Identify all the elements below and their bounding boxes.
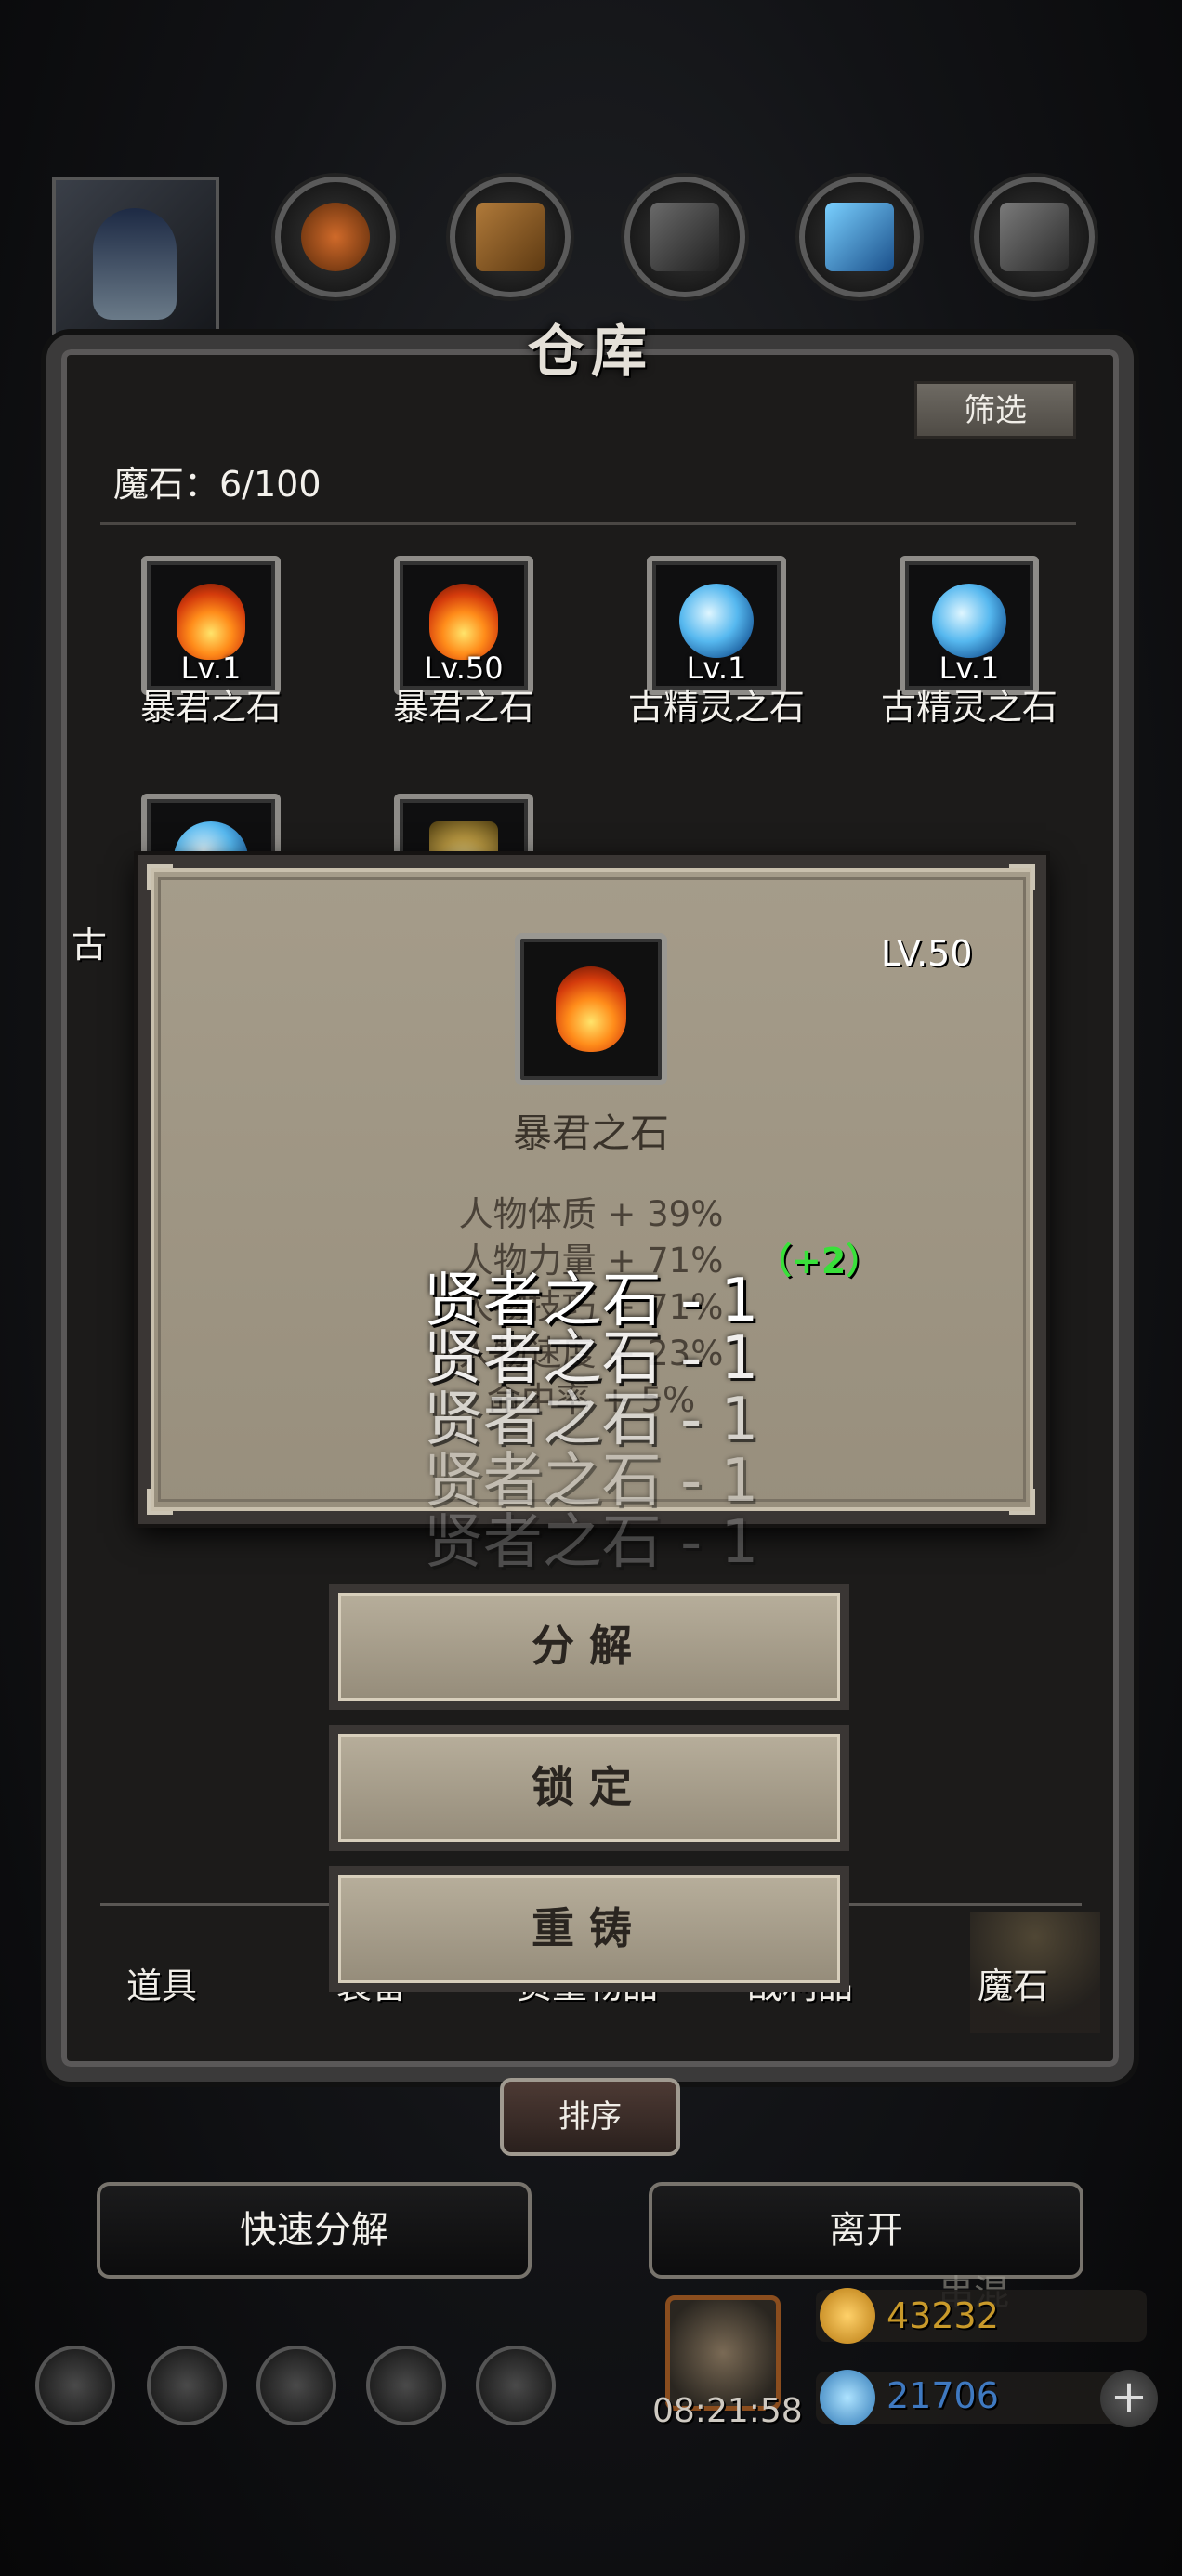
detail-item-name: 暴君之石 <box>512 1111 669 1156</box>
fire-gem-icon <box>556 966 626 1052</box>
diamond-icon <box>820 2370 875 2425</box>
lock-button[interactable]: 锁定 <box>329 1725 849 1851</box>
inventory-slot[interactable]: Lv.1 <box>900 556 1039 695</box>
slot-name: 古精灵之石 <box>627 687 805 728</box>
tab-items[interactable]: 道具 <box>126 1957 197 2008</box>
inventory-slot[interactable]: Lv.1 <box>141 556 281 695</box>
equip-slot-book-icon[interactable] <box>450 177 571 297</box>
leave-button[interactable]: 离开 <box>649 2182 1084 2279</box>
add-currency-plus-icon[interactable]: + <box>1100 2370 1158 2427</box>
inventory-slot[interactable]: Lv.1 <box>647 556 786 695</box>
floating-consume-text: 贤者之石 - 1 <box>423 1508 759 1577</box>
sort-button[interactable]: 排序 <box>500 2078 680 2156</box>
diamond-amount: 21706 <box>886 2375 999 2416</box>
gift-timer: 08:21:58 <box>652 2392 803 2430</box>
mail-icon[interactable] <box>366 2346 446 2425</box>
recast-button[interactable]: 重铸 <box>329 1866 849 1992</box>
gold-amount: 43232 <box>886 2295 999 2336</box>
slot-name: 暴君之石 <box>392 687 534 728</box>
filter-button[interactable]: 筛选 <box>914 381 1076 439</box>
detail-item-icon <box>515 933 667 1085</box>
equip-slot-armor-icon[interactable] <box>624 177 745 297</box>
shop-icon[interactable] <box>256 2346 336 2425</box>
inventory-count: 魔石：6/100 <box>113 464 322 505</box>
decompose-button[interactable]: 分解 <box>329 1584 849 1710</box>
achievement-star-icon[interactable] <box>147 2346 227 2425</box>
ice-gem-icon <box>932 584 1006 658</box>
ice-gem-icon <box>679 584 754 658</box>
tab-magic-stones[interactable]: 魔石 <box>978 1957 1048 2008</box>
fire-gem-icon <box>177 584 245 660</box>
package-icon[interactable] <box>476 2346 556 2425</box>
modal-corner-ornament <box>1009 864 1035 890</box>
modal-corner-ornament <box>147 864 173 890</box>
panel-title: 仓库 <box>528 320 654 385</box>
detail-level: LV.50 <box>881 933 973 974</box>
slot-name: 暴君之石 <box>139 687 282 728</box>
equip-slot-amulet-icon[interactable] <box>275 177 396 297</box>
gold-coin-icon <box>820 2288 875 2344</box>
fire-gem-icon <box>429 584 498 660</box>
settings-gear-icon[interactable] <box>35 2346 115 2425</box>
character-face-icon <box>93 208 177 320</box>
slot-name: 古精灵之石 <box>880 687 1057 728</box>
header-divider <box>100 522 1076 525</box>
equip-slot-boots-icon[interactable] <box>974 177 1095 297</box>
detail-stat: 人物体质 + 39% <box>458 1194 724 1234</box>
quick-decompose-button[interactable]: 快速分解 <box>97 2182 532 2279</box>
inventory-slot[interactable]: Lv.50 <box>394 556 533 695</box>
equip-slot-crystal-icon[interactable] <box>799 177 920 297</box>
